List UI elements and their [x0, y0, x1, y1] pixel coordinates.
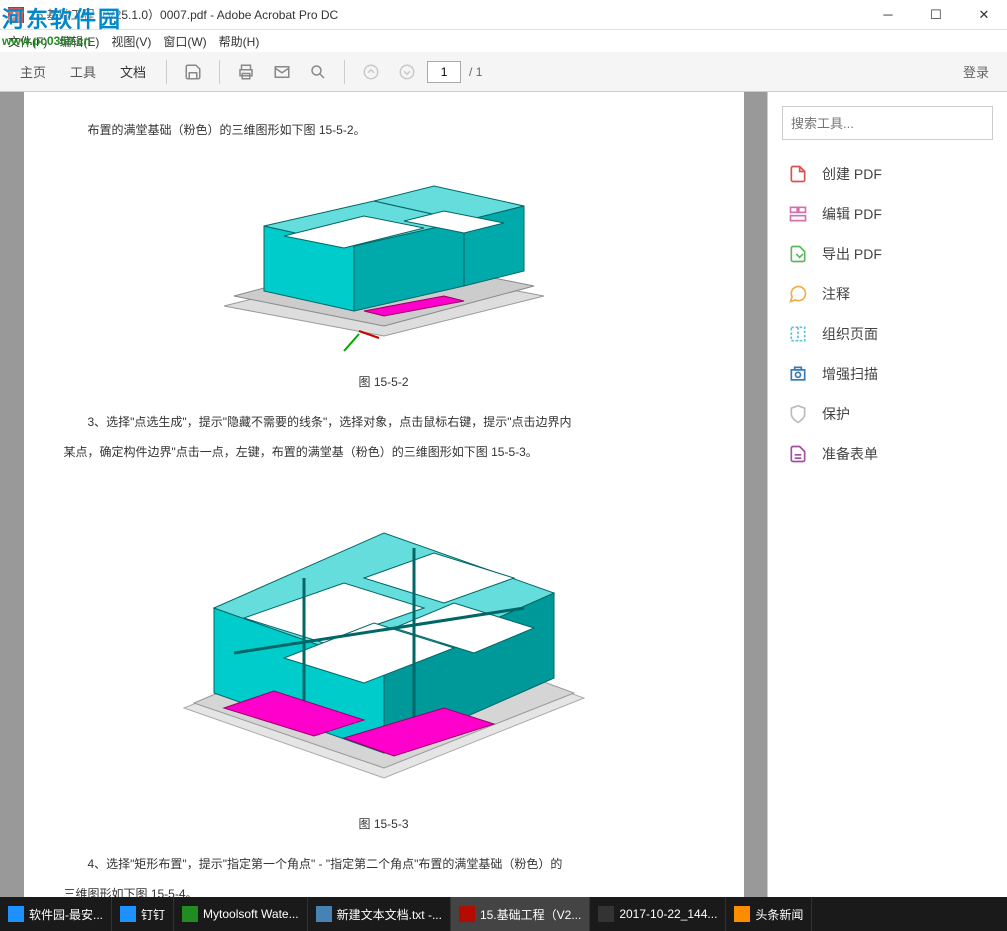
menu-help[interactable]: 帮助(H) [219, 33, 260, 50]
doc-text: 3、选择"点选生成"，提示"隐藏不需要的线条"，选择对象，点击鼠标右键，提示"点… [64, 410, 704, 434]
doc-text: 布置的满堂基础（粉色）的三维图形如下图 15-5-2。 [64, 118, 704, 142]
taskbar-app-icon [734, 906, 750, 922]
tool-label: 保护 [822, 404, 850, 424]
tools-search-input[interactable] [791, 116, 984, 131]
taskbar-item[interactable]: 2017-10-22_144... [590, 897, 726, 931]
menu-window[interactable]: 窗口(W) [163, 33, 206, 50]
tool-label: 组织页面 [822, 324, 878, 344]
document-viewport[interactable]: 布置的满堂基础（粉色）的三维图形如下图 15-5-2。 图 [0, 92, 767, 897]
taskbar-app-icon [8, 906, 24, 922]
page-number-input[interactable] [427, 61, 461, 83]
tool-label: 增强扫描 [822, 364, 878, 384]
menu-bar: 文件(F) 编辑(E) 视图(V) 窗口(W) 帮助(H) [0, 30, 1007, 52]
tool-label: 编辑 PDF [822, 204, 882, 224]
email-button[interactable] [266, 56, 298, 88]
separator [344, 60, 345, 84]
tool-label: 注释 [822, 284, 850, 304]
figure-15-5-2 [64, 156, 704, 356]
taskbar: 软件园-最安... 钉钉 Mytoolsoft Wate... 新建文本文档.txt … [0, 897, 1007, 931]
tool-item-2[interactable]: 导出 PDF [768, 234, 1007, 274]
doc-text: 4、选择"矩形布置"，提示"指定第一个角点" - "指定第二个角点"布置的满堂基… [64, 852, 704, 876]
taskbar-app-icon [459, 906, 475, 922]
tab-home[interactable]: 主页 [10, 56, 56, 87]
page-up-button[interactable] [355, 56, 387, 88]
tool-icon [788, 284, 808, 304]
doc-text: 某点，确定构件边界"点击一点，左键，布置的满堂基（粉色）的三维图形如下图 15-… [64, 440, 704, 464]
taskbar-item[interactable]: 头条新闻 [726, 897, 812, 931]
tool-item-1[interactable]: 编辑 PDF [768, 194, 1007, 234]
page-total: / 1 [469, 65, 482, 79]
tab-tools[interactable]: 工具 [60, 56, 106, 87]
taskbar-label: 新建文本文档.txt -... [337, 906, 442, 923]
separator [219, 60, 220, 84]
tool-icon [788, 364, 808, 384]
title-bar: A 15.基础工程（V25.1.0）0007.pdf - Adobe Acrob… [0, 0, 1007, 30]
taskbar-app-icon [182, 906, 198, 922]
tool-item-7[interactable]: 准备表单 [768, 434, 1007, 474]
taskbar-label: 头条新闻 [755, 906, 803, 923]
close-button[interactable]: ✕ [969, 5, 999, 25]
tab-document[interactable]: 文档 [110, 56, 156, 87]
tool-icon [788, 444, 808, 464]
tool-label: 准备表单 [822, 444, 878, 464]
tool-label: 创建 PDF [822, 164, 882, 184]
taskbar-label: 软件园-最安... [29, 906, 103, 923]
doc-text: 三维图形如下图 15-5-4。 [64, 882, 704, 897]
app-icon: A [8, 7, 24, 23]
taskbar-item[interactable]: 15.基础工程（V2... [451, 897, 590, 931]
save-button[interactable] [177, 56, 209, 88]
tool-icon [788, 204, 808, 224]
tool-icon [788, 404, 808, 424]
taskbar-label: 15.基础工程（V2... [480, 906, 581, 923]
tool-icon [788, 324, 808, 344]
taskbar-label: Mytoolsoft Wate... [203, 907, 299, 921]
window-title: 15.基础工程（V25.1.0）0007.pdf - Adobe Acrobat… [30, 6, 873, 23]
tool-label: 导出 PDF [822, 244, 882, 264]
figure-15-5-3 [64, 478, 704, 798]
minimize-button[interactable]: ─ [873, 5, 903, 25]
taskbar-label: 2017-10-22_144... [619, 907, 717, 921]
page-down-button[interactable] [391, 56, 423, 88]
taskbar-item[interactable]: 新建文本文档.txt -... [308, 897, 451, 931]
taskbar-app-icon [120, 906, 136, 922]
taskbar-item[interactable]: 软件园-最安... [0, 897, 112, 931]
taskbar-item[interactable]: 钉钉 [112, 897, 174, 931]
taskbar-label: 钉钉 [141, 906, 165, 923]
tool-icon [788, 164, 808, 184]
separator [166, 60, 167, 84]
login-button[interactable]: 登录 [955, 58, 997, 85]
search-button[interactable] [302, 56, 334, 88]
toolbar: 主页 工具 文档 / 1 登录 [0, 52, 1007, 92]
pdf-page: 布置的满堂基础（粉色）的三维图形如下图 15-5-2。 图 [24, 92, 744, 897]
tools-panel: 创建 PDF 编辑 PDF 导出 PDF 注释组织页面增强扫描保护准备表单 [767, 92, 1007, 897]
menu-file[interactable]: 文件(F) [8, 33, 47, 50]
tool-item-5[interactable]: 增强扫描 [768, 354, 1007, 394]
tool-item-4[interactable]: 组织页面 [768, 314, 1007, 354]
tools-search[interactable] [782, 106, 993, 140]
tool-item-6[interactable]: 保护 [768, 394, 1007, 434]
figure-caption: 图 15-5-3 [64, 812, 704, 836]
tool-item-3[interactable]: 注释 [768, 274, 1007, 314]
figure-caption: 图 15-5-2 [64, 370, 704, 394]
print-button[interactable] [230, 56, 262, 88]
menu-edit[interactable]: 编辑(E) [59, 33, 99, 50]
maximize-button[interactable]: ☐ [921, 5, 951, 25]
taskbar-app-icon [316, 906, 332, 922]
tool-icon [788, 244, 808, 264]
menu-view[interactable]: 视图(V) [111, 33, 151, 50]
svg-text:A: A [11, 11, 18, 22]
taskbar-app-icon [598, 906, 614, 922]
taskbar-item[interactable]: Mytoolsoft Wate... [174, 897, 308, 931]
tool-item-0[interactable]: 创建 PDF [768, 154, 1007, 194]
